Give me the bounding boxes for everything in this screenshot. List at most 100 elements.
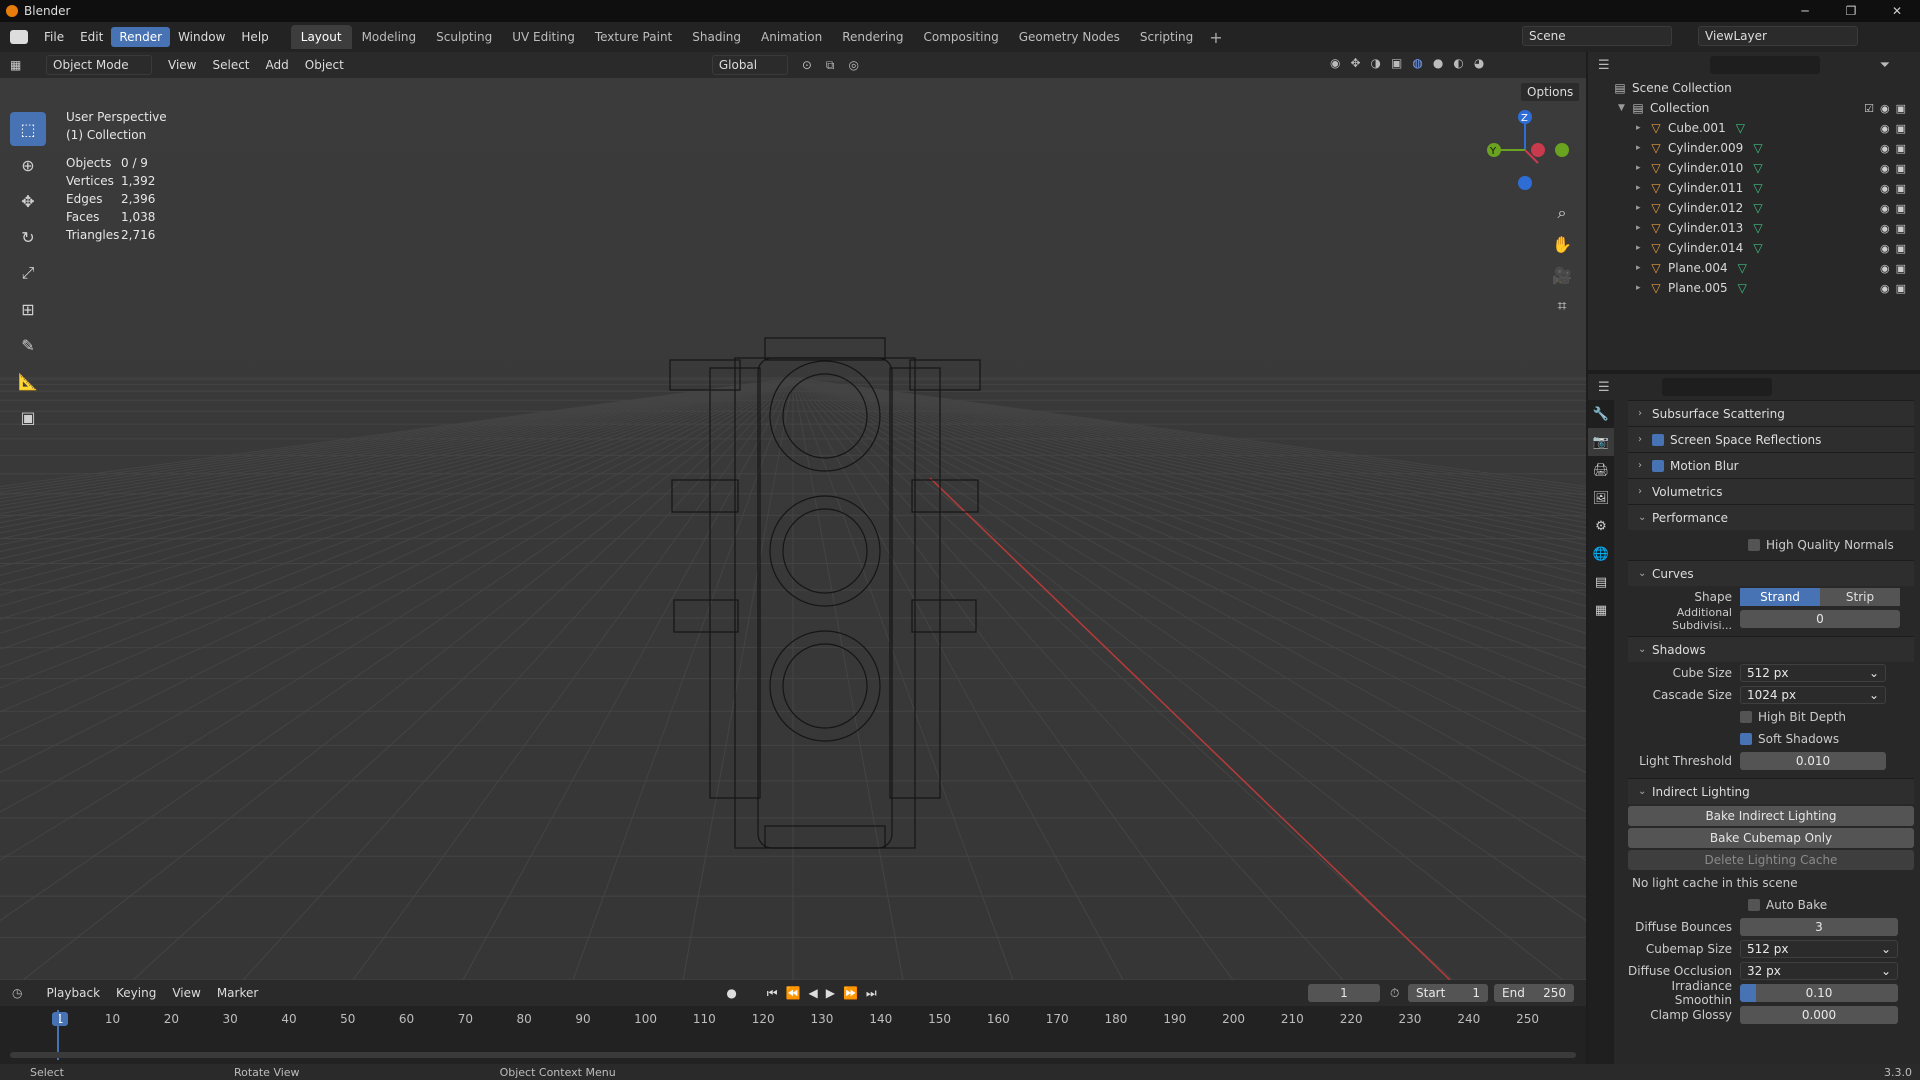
- visibility-icons[interactable]: ◉▣: [1880, 262, 1912, 275]
- visibility-icons[interactable]: ◉▣: [1880, 202, 1912, 215]
- section-screen-space-reflections[interactable]: › Screen Space Reflections: [1628, 426, 1914, 452]
- marker-menu[interactable]: Marker: [209, 984, 266, 1002]
- scene-collection-row[interactable]: ▤ Scene Collection: [1588, 78, 1920, 98]
- options-button[interactable]: Options: [1520, 82, 1581, 102]
- expand-icon[interactable]: ▸: [1636, 143, 1648, 153]
- section-subsurface-scattering[interactable]: › Subsurface Scattering: [1628, 400, 1914, 426]
- navigation-gizmo[interactable]: Z Y: [1480, 105, 1570, 195]
- workspace-tab[interactable]: Animation: [751, 25, 832, 49]
- visibility-icon[interactable]: ◉: [1330, 56, 1340, 70]
- object-menu[interactable]: Object: [297, 56, 352, 74]
- camera-icon[interactable]: 🎥: [1548, 261, 1576, 289]
- timeline-editor-icon[interactable]: ◷: [12, 986, 22, 1000]
- 3d-viewport[interactable]: [0, 78, 1586, 980]
- section-volumetrics[interactable]: › Volumetrics: [1628, 478, 1914, 504]
- mesh-data-icon[interactable]: ▽: [1753, 221, 1762, 235]
- mesh-data-icon[interactable]: ▽: [1753, 201, 1762, 215]
- mesh-data-icon[interactable]: ▽: [1753, 161, 1762, 175]
- annotate-tool[interactable]: ✎: [10, 328, 46, 362]
- view-menu[interactable]: View: [160, 56, 204, 74]
- section-curves[interactable]: ⌄ Curves: [1628, 560, 1914, 586]
- close-button[interactable]: ✕: [1874, 0, 1920, 22]
- start-frame-field[interactable]: Start 1: [1408, 984, 1488, 1002]
- mesh-data-icon[interactable]: ▽: [1753, 141, 1762, 155]
- outliner-item[interactable]: ▸ ▽ Cube.001 ▽ ◉▣: [1588, 118, 1920, 138]
- move-tool[interactable]: ✥: [10, 184, 46, 218]
- outliner-item[interactable]: ▸ ▽ Cylinder.012 ▽ ◉▣: [1588, 198, 1920, 218]
- section-shadows[interactable]: ⌄ Shadows: [1628, 636, 1914, 662]
- workspace-tab[interactable]: Texture Paint: [585, 25, 682, 49]
- workspace-tab[interactable]: Layout: [290, 25, 352, 49]
- workspace-tab[interactable]: Modeling: [352, 25, 427, 49]
- menu-window[interactable]: Window: [170, 27, 233, 47]
- keying-menu[interactable]: Keying: [108, 984, 164, 1002]
- snap-icon[interactable]: ⧉: [826, 58, 835, 73]
- scene-tab-icon[interactable]: ⚙: [1588, 512, 1614, 540]
- menu-edit[interactable]: Edit: [72, 27, 111, 47]
- scale-tool[interactable]: ⤢: [10, 256, 46, 290]
- subdiv-field[interactable]: 0: [1740, 610, 1900, 628]
- workspace-tab[interactable]: Rendering: [832, 25, 913, 49]
- orientation-selector[interactable]: Global: [711, 55, 788, 75]
- section-indirect-lighting[interactable]: ⌄ Indirect Lighting: [1628, 778, 1914, 804]
- menu-render[interactable]: Render: [111, 27, 171, 47]
- strand-option[interactable]: Strand: [1740, 588, 1820, 606]
- workspace-tab[interactable]: Geometry Nodes: [1009, 25, 1130, 49]
- outliner-item[interactable]: ▸ ▽ Cylinder.011 ▽ ◉▣: [1588, 178, 1920, 198]
- mesh-data-icon[interactable]: ▽: [1753, 181, 1762, 195]
- world-tab-icon[interactable]: 🌐: [1588, 540, 1614, 568]
- end-frame-field[interactable]: End 250: [1494, 984, 1574, 1002]
- playback-controls-icon[interactable]: ⏮⏪◀▶⏩⏭: [767, 986, 885, 1001]
- outliner-item[interactable]: ▸ ▽ Plane.004 ▽ ◉▣: [1588, 258, 1920, 278]
- menu-help[interactable]: Help: [233, 27, 276, 47]
- editor-type-icon[interactable]: ▦: [10, 58, 36, 72]
- outliner-item[interactable]: ▸ ▽ Cylinder.010 ▽ ◉▣: [1588, 158, 1920, 178]
- xray-icon[interactable]: ▣: [1391, 56, 1402, 70]
- workspace-tab[interactable]: UV Editing: [502, 25, 585, 49]
- outliner-item[interactable]: ▸ ▽ Cylinder.009 ▽ ◉▣: [1588, 138, 1920, 158]
- expand-icon[interactable]: ▸: [1636, 203, 1648, 213]
- light-threshold-field[interactable]: 0.010: [1740, 752, 1886, 770]
- expand-icon[interactable]: ▸: [1636, 123, 1648, 133]
- expand-icon[interactable]: ▸: [1636, 243, 1648, 253]
- collection-visibility-icons[interactable]: ☑◉▣: [1864, 102, 1912, 115]
- select-box-tool[interactable]: ⬚: [10, 112, 46, 146]
- output-tab-icon[interactable]: 🖨: [1588, 456, 1614, 484]
- shading-material-icon[interactable]: ◐: [1453, 56, 1463, 70]
- proportional-edit-icon[interactable]: ◎: [848, 58, 858, 72]
- expand-icon[interactable]: ▸: [1636, 263, 1648, 273]
- cursor-tool[interactable]: ⊕: [10, 148, 46, 182]
- visibility-icons[interactable]: ◉▣: [1880, 222, 1912, 235]
- add-menu[interactable]: Add: [258, 56, 297, 74]
- expand-icon[interactable]: ▸: [1636, 183, 1648, 193]
- diffuse-bounces-field[interactable]: 3: [1740, 918, 1898, 936]
- pan-hand-icon[interactable]: ✋: [1548, 230, 1576, 258]
- expand-icon[interactable]: ▸: [1636, 163, 1648, 173]
- visibility-icons[interactable]: ◉▣: [1880, 182, 1912, 195]
- grid-toggle-icon[interactable]: ⌗: [1548, 292, 1576, 320]
- motion-blur-checkbox[interactable]: [1652, 459, 1664, 472]
- section-performance[interactable]: ⌄ Performance: [1628, 504, 1914, 530]
- outliner-search-input[interactable]: [1709, 56, 1820, 74]
- tool-tab-icon[interactable]: 🔧: [1588, 400, 1614, 428]
- add-cube-tool[interactable]: ▣: [10, 400, 46, 434]
- add-workspace-icon[interactable]: +: [1209, 28, 1222, 47]
- hq-normals-row[interactable]: High Quality Normals: [1628, 530, 1914, 560]
- visibility-icons[interactable]: ◉▣: [1880, 282, 1912, 295]
- texture-tab-icon[interactable]: ▦: [1588, 596, 1614, 624]
- pivot-icon[interactable]: ⊙: [802, 58, 812, 72]
- rotate-tool[interactable]: ↻: [10, 220, 46, 254]
- render-tab-icon[interactable]: 📷: [1588, 428, 1614, 456]
- workspace-tab[interactable]: Sculpting: [426, 25, 502, 49]
- transform-tool[interactable]: ⊞: [10, 292, 46, 326]
- delete-cache-button[interactable]: Delete Lighting Cache: [1628, 850, 1914, 870]
- mode-selector[interactable]: Object Mode: [46, 55, 152, 75]
- outliner-editor-icon[interactable]: ☰: [1598, 58, 1610, 73]
- soft-shadows-row[interactable]: Soft Shadows: [1628, 728, 1914, 750]
- properties-search-input[interactable]: [1661, 378, 1772, 396]
- scene-selector[interactable]: Scene: [1522, 26, 1672, 46]
- expand-icon[interactable]: ▸: [1636, 223, 1648, 233]
- bake-indirect-button[interactable]: Bake Indirect Lighting: [1628, 806, 1914, 826]
- visibility-icons[interactable]: ◉▣: [1880, 242, 1912, 255]
- bake-cubemap-button[interactable]: Bake Cubemap Only: [1628, 828, 1914, 848]
